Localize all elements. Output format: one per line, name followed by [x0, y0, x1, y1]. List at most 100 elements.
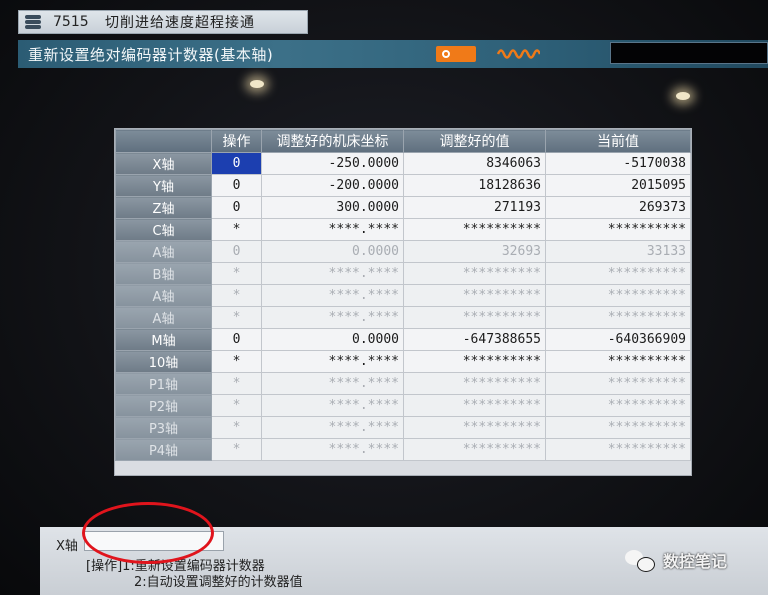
watermark: 数控笔记 — [625, 548, 727, 572]
key-lock-icon — [436, 46, 476, 62]
current-value-cell: ********** — [545, 438, 691, 461]
operation-cell[interactable]: * — [211, 306, 262, 329]
operation-cell[interactable]: * — [211, 284, 262, 307]
adjusted-value-cell: ********** — [403, 284, 546, 307]
axis-name-cell: Y轴 — [115, 174, 212, 197]
axis-name-cell: P3轴 — [115, 416, 212, 439]
adjusted-coordinate-cell: ****.**** — [261, 306, 404, 329]
operation-cell[interactable]: 0 — [211, 240, 262, 263]
table-row[interactable]: A轴 * ****.**** ********** ********** — [115, 284, 691, 307]
axis-name-cell: B轴 — [115, 262, 212, 285]
annotation-circle — [82, 502, 214, 564]
operation-cell[interactable]: 0 — [211, 328, 262, 351]
adjusted-coordinate-cell: -200.0000 — [261, 174, 404, 197]
operation-cell[interactable]: 0 — [211, 152, 262, 175]
mode-bar: 重新设置绝对编码器计数器(基本轴) — [18, 40, 768, 68]
adjusted-value-cell: 8346063 — [403, 152, 546, 175]
operation-cell[interactable]: 0 — [211, 196, 262, 219]
signal-wave-icon — [496, 49, 540, 59]
cnc-screen: 7515 切削进给速度超程接通 重新设置绝对编码器计数器(基本轴) 操作 调整好… — [0, 0, 768, 595]
adjusted-value-cell: ********** — [403, 350, 546, 373]
operation-cell[interactable]: * — [211, 438, 262, 461]
current-value-cell: ********** — [545, 284, 691, 307]
operation-cell[interactable]: * — [211, 416, 262, 439]
adjusted-coordinate-cell: ****.**** — [261, 438, 404, 461]
current-value-cell: ********** — [545, 350, 691, 373]
current-value-cell: -640366909 — [545, 328, 691, 351]
adjusted-value-cell: ********** — [403, 416, 546, 439]
encoder-counter-table: 操作 调整好的机床坐标 调整好的值 当前值 X轴 0 -250.0000 834606… — [114, 128, 692, 476]
table-row[interactable]: Z轴 0 300.0000 271193 269373 — [115, 196, 691, 219]
adjusted-value-cell: 271193 — [403, 196, 546, 219]
axis-name-cell: P1轴 — [115, 372, 212, 395]
current-value-cell: -5170038 — [545, 152, 691, 175]
table-row[interactable]: A轴 0 0.0000 32693 33133 — [115, 240, 691, 263]
adjusted-coordinate-cell: ****.**** — [261, 394, 404, 417]
table-row[interactable]: P1轴 * ****.**** ********** ********** — [115, 372, 691, 395]
table-row[interactable]: C轴 * ****.**** ********** ********** — [115, 218, 691, 241]
current-value-cell: ********** — [545, 306, 691, 329]
axis-name-cell: A轴 — [115, 240, 212, 263]
adjusted-value-cell: ********** — [403, 394, 546, 417]
axis-name-cell: A轴 — [115, 284, 212, 307]
operation-cell[interactable]: * — [211, 350, 262, 373]
current-value-cell: ********** — [545, 416, 691, 439]
operation-cell[interactable]: * — [211, 372, 262, 395]
header-adjusted-value: 调整好的值 — [403, 129, 546, 153]
alarm-title-bar: 7515 切削进给速度超程接通 — [18, 10, 308, 34]
adjusted-coordinate-cell: ****.**** — [261, 350, 404, 373]
operation-cell[interactable]: * — [211, 218, 262, 241]
axis-name-cell: P2轴 — [115, 394, 212, 417]
table-row[interactable]: P4轴 * ****.**** ********** ********** — [115, 438, 691, 461]
axis-name-cell: P4轴 — [115, 438, 212, 461]
operation-cell[interactable]: 0 — [211, 174, 262, 197]
status-display — [610, 42, 768, 64]
adjusted-value-cell: ********** — [403, 218, 546, 241]
header-current-value: 当前值 — [545, 129, 691, 153]
operation-guide-2: 2:自动设置调整好的计数器值 — [134, 575, 303, 590]
axis-table: 操作 调整好的机床坐标 调整好的值 当前值 X轴 0 -250.0000 834606… — [115, 129, 691, 461]
adjusted-value-cell: ********** — [403, 438, 546, 461]
axis-name-cell: Z轴 — [115, 196, 212, 219]
axis-name-cell: 10轴 — [115, 350, 212, 373]
axis-name-cell: A轴 — [115, 306, 212, 329]
adjusted-coordinate-cell: ****.**** — [261, 284, 404, 307]
table-row[interactable]: A轴 * ****.**** ********** ********** — [115, 306, 691, 329]
input-axis-label: X轴 — [56, 539, 78, 554]
current-value-cell: ********** — [545, 262, 691, 285]
stack-icon — [23, 13, 43, 31]
adjusted-value-cell: ********** — [403, 306, 546, 329]
table-row[interactable]: 10轴 * ****.**** ********** ********** — [115, 350, 691, 373]
operation-cell[interactable]: * — [211, 394, 262, 417]
current-value-cell: 269373 — [545, 196, 691, 219]
adjusted-value-cell: 18128636 — [403, 174, 546, 197]
table-header-row: 操作 调整好的机床坐标 调整好的值 当前值 — [115, 129, 691, 153]
wechat-icon — [625, 548, 655, 572]
adjusted-coordinate-cell: 300.0000 — [261, 196, 404, 219]
current-value-cell: 33133 — [545, 240, 691, 263]
current-value-cell: ********** — [545, 372, 691, 395]
current-value-cell: ********** — [545, 218, 691, 241]
alarm-code: 7515 — [53, 14, 89, 30]
adjusted-coordinate-cell: ****.**** — [261, 372, 404, 395]
adjusted-coordinate-cell: 0.0000 — [261, 328, 404, 351]
adjusted-coordinate-cell: -250.0000 — [261, 152, 404, 175]
table-row[interactable]: M轴 0 0.0000 -647388655 -640366909 — [115, 328, 691, 351]
adjusted-value-cell: 32693 — [403, 240, 546, 263]
adjusted-value-cell: -647388655 — [403, 328, 546, 351]
screen-glare — [676, 92, 690, 100]
axis-name-cell: C轴 — [115, 218, 212, 241]
table-row[interactable]: B轴 * ****.**** ********** ********** — [115, 262, 691, 285]
table-row[interactable]: P3轴 * ****.**** ********** ********** — [115, 416, 691, 439]
adjusted-coordinate-cell: 0.0000 — [261, 240, 404, 263]
operation-cell[interactable]: * — [211, 262, 262, 285]
table-row[interactable]: P2轴 * ****.**** ********** ********** — [115, 394, 691, 417]
header-operation: 操作 — [211, 129, 262, 153]
current-value-cell: 2015095 — [545, 174, 691, 197]
adjusted-value-cell: ********** — [403, 372, 546, 395]
table-row[interactable]: Y轴 0 -200.0000 18128636 2015095 — [115, 174, 691, 197]
header-axis — [115, 129, 212, 153]
table-row[interactable]: X轴 0 -250.0000 8346063 -5170038 — [115, 152, 691, 175]
header-adjusted-coordinate: 调整好的机床坐标 — [261, 129, 404, 153]
screen-title: 重新设置绝对编码器计数器(基本轴) — [28, 45, 274, 64]
